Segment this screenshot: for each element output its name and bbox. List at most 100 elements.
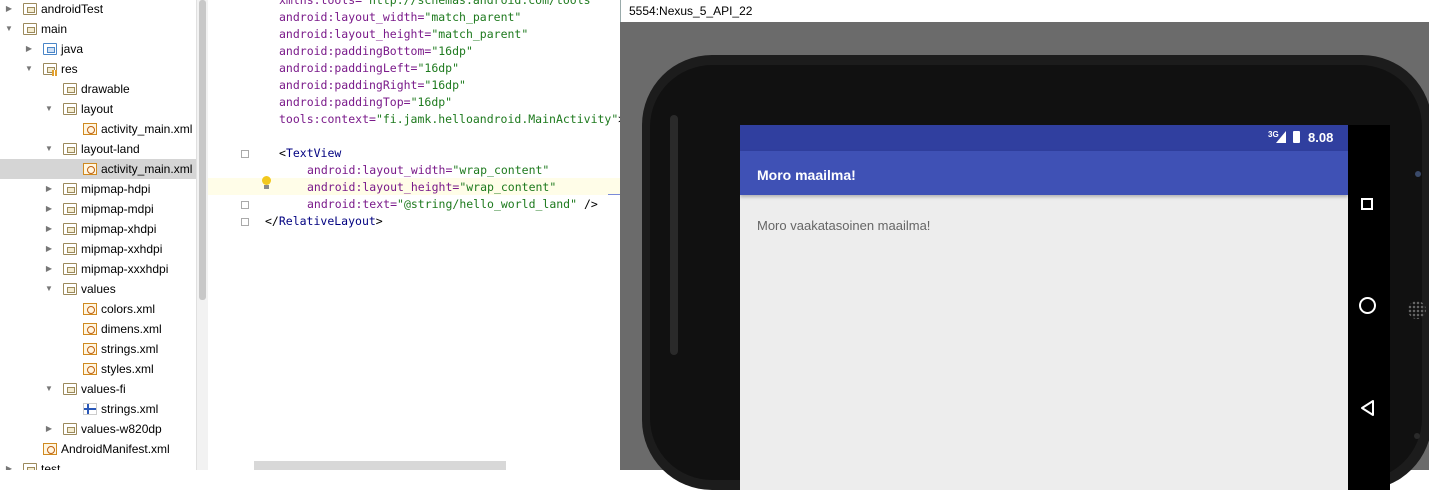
hello-text: Moro vaakatasoinen maailma! xyxy=(757,218,931,233)
tree-item-strings-xml[interactable]: strings.xml xyxy=(0,339,196,359)
folder-icon xyxy=(63,263,77,275)
code-line[interactable]: </RelativeLayout> xyxy=(265,213,383,230)
code-token: "16dp" xyxy=(417,61,460,75)
code-line[interactable]: android:paddingBottom="16dp" xyxy=(279,43,473,60)
tree-item-label: mipmap-mdpi xyxy=(81,202,154,216)
tree-item-values-w820dp[interactable]: ▶ values-w820dp xyxy=(0,419,196,439)
tree-item-label: AndroidManifest.xml xyxy=(61,442,170,456)
emulator-window: 5554:Nexus_5_API_22 3G 8.08 Moro maailma… xyxy=(620,0,1429,490)
code-token: "http://schemas.android.com/tools" xyxy=(362,0,598,7)
expand-arrow-icon[interactable]: ▶ xyxy=(44,219,54,239)
fold-marker-textview[interactable] xyxy=(241,150,249,158)
collapse-arrow-icon[interactable]: ▼ xyxy=(44,139,54,159)
tree-item-label: strings.xml xyxy=(101,402,159,416)
emulator-titlebar[interactable]: 5554:Nexus_5_API_22 xyxy=(620,0,1429,22)
code-line[interactable]: xmlns:tools="http://schemas.android.com/… xyxy=(279,0,598,9)
tree-item-label: values xyxy=(81,282,116,296)
expand-arrow-icon[interactable]: ▶ xyxy=(44,179,54,199)
signal-icon xyxy=(1276,131,1286,143)
code-line[interactable]: android:paddingTop="16dp" xyxy=(279,94,452,111)
tree-item-layout[interactable]: ▼ layout xyxy=(0,99,196,119)
tree-item-dimens-xml[interactable]: dimens.xml xyxy=(0,319,196,339)
code-line[interactable]: android:layout_height="match_parent" xyxy=(279,26,528,43)
tree-item-colors-xml[interactable]: colors.xml xyxy=(0,299,196,319)
tree-item-activity-main-xml[interactable]: activity_main.xml xyxy=(0,119,196,139)
recents-button-icon[interactable] xyxy=(1361,198,1373,210)
tree-item-androidmanifest-xml[interactable]: AndroidManifest.xml xyxy=(0,439,196,459)
sensor-icon xyxy=(1414,433,1420,439)
code-token: xmlns:tools= xyxy=(279,0,363,7)
code-token: android:layout_height= xyxy=(279,27,432,41)
code-token: "@string/hello_world_land" xyxy=(397,197,578,211)
back-button-icon[interactable] xyxy=(1359,399,1376,417)
intention-bulb-icon[interactable] xyxy=(260,176,272,190)
expand-arrow-icon[interactable]: ▶ xyxy=(24,39,34,59)
tree-item-values-fi[interactable]: ▼ values-fi xyxy=(0,379,196,399)
collapse-arrow-icon[interactable]: ▼ xyxy=(44,279,54,299)
code-token: "wrap_content" xyxy=(459,180,557,194)
tree-item-drawable[interactable]: drawable xyxy=(0,79,196,99)
project-tree: ▶ androidTest ▼ main ▶ java ▼ res drawable ▼ layou… xyxy=(0,0,196,470)
collapse-arrow-icon[interactable]: ▼ xyxy=(24,59,34,79)
collapse-arrow-icon[interactable]: ▼ xyxy=(44,379,54,399)
code-line[interactable]: android:layout_width="wrap_content" xyxy=(307,162,549,179)
tree-item-label: layout xyxy=(81,102,114,116)
expand-arrow-icon[interactable]: ▶ xyxy=(44,239,54,259)
expand-arrow-icon[interactable]: ▶ xyxy=(44,419,54,439)
tree-item-test[interactable]: ▶ test xyxy=(0,459,196,470)
collapse-arrow-icon[interactable]: ▼ xyxy=(44,99,54,119)
folder-icon xyxy=(63,383,77,395)
manifest-icon xyxy=(43,443,57,455)
folder-icon xyxy=(63,243,77,255)
code-token: tools:context= xyxy=(279,112,376,126)
res-folder-icon xyxy=(43,63,58,76)
expand-arrow-icon[interactable]: ▶ xyxy=(44,199,54,219)
tree-item-activity-main-xml[interactable]: activity_main.xml xyxy=(0,159,196,179)
expand-arrow-icon[interactable]: ▶ xyxy=(4,0,14,19)
code-line[interactable]: <TextView xyxy=(279,145,341,162)
code-token: android:layout_height= xyxy=(307,180,460,194)
expand-arrow-icon[interactable]: ▶ xyxy=(4,459,14,470)
code-line[interactable]: android:paddingRight="16dp" xyxy=(279,77,466,94)
editor-gutter xyxy=(208,0,250,470)
tree-item-androidtest[interactable]: ▶ androidTest xyxy=(0,0,196,19)
code-line[interactable]: android:layout_width="match_parent" xyxy=(279,9,521,26)
tree-item-mipmap-mdpi[interactable]: ▶ mipmap-mdpi xyxy=(0,199,196,219)
code-line[interactable]: android:layout_height="wrap_content" xyxy=(307,179,556,196)
code-editor[interactable]: xmlns:tools="http://schemas.android.com/… xyxy=(208,0,620,470)
tree-item-main[interactable]: ▼ main xyxy=(0,19,196,39)
xml-file-icon xyxy=(83,363,97,375)
tree-scrollbar-thumb[interactable] xyxy=(199,0,206,300)
collapse-arrow-icon[interactable]: ▼ xyxy=(4,19,14,39)
tree-item-mipmap-xhdpi[interactable]: ▶ mipmap-xhdpi xyxy=(0,219,196,239)
code-line[interactable]: android:text="@string/hello_world_land" … xyxy=(307,196,598,213)
phone-screen[interactable]: 3G 8.08 Moro maailma! Moro vaakatasoinen… xyxy=(740,125,1348,490)
code-token: android:paddingRight= xyxy=(279,78,425,92)
tree-item-mipmap-xxhdpi[interactable]: ▶ mipmap-xxhdpi xyxy=(0,239,196,259)
fold-marker-relativelayout-end[interactable] xyxy=(241,218,249,226)
tree-item-styles-xml[interactable]: styles.xml xyxy=(0,359,196,379)
folder-icon xyxy=(63,423,77,435)
code-token: RelativeLayout xyxy=(278,214,376,228)
tree-item-label: dimens.xml xyxy=(101,322,162,336)
fold-marker-textview-end[interactable] xyxy=(241,201,249,209)
tree-scrollbar[interactable] xyxy=(196,0,208,470)
code-line[interactable]: android:paddingLeft="16dp" xyxy=(279,60,459,77)
emulator-background: 3G 8.08 Moro maailma! Moro vaakatasoinen… xyxy=(620,22,1429,490)
tree-item-strings-xml[interactable]: strings.xml xyxy=(0,399,196,419)
tree-item-label: strings.xml xyxy=(101,342,159,356)
tree-item-mipmap-hdpi[interactable]: ▶ mipmap-hdpi xyxy=(0,179,196,199)
tree-item-values[interactable]: ▼ values xyxy=(0,279,196,299)
xml-file-icon xyxy=(83,163,97,175)
tree-item-label: java xyxy=(61,42,84,56)
tree-item-mipmap-xxxhdpi[interactable]: ▶ mipmap-xxxhdpi xyxy=(0,259,196,279)
tree-item-res[interactable]: ▼ res xyxy=(0,59,196,79)
code-line[interactable]: tools:context="fi.jamk.helloandroid.Main… xyxy=(279,111,620,128)
tree-item-java[interactable]: ▶ java xyxy=(0,39,196,59)
expand-arrow-icon[interactable]: ▶ xyxy=(44,259,54,279)
editor-horizontal-scrollbar[interactable] xyxy=(254,461,506,470)
navigation-bar xyxy=(1348,125,1390,490)
tree-item-layout-land[interactable]: ▼ layout-land xyxy=(0,139,196,159)
home-button-icon[interactable] xyxy=(1359,297,1376,314)
status-clock: 8.08 xyxy=(1308,130,1334,145)
